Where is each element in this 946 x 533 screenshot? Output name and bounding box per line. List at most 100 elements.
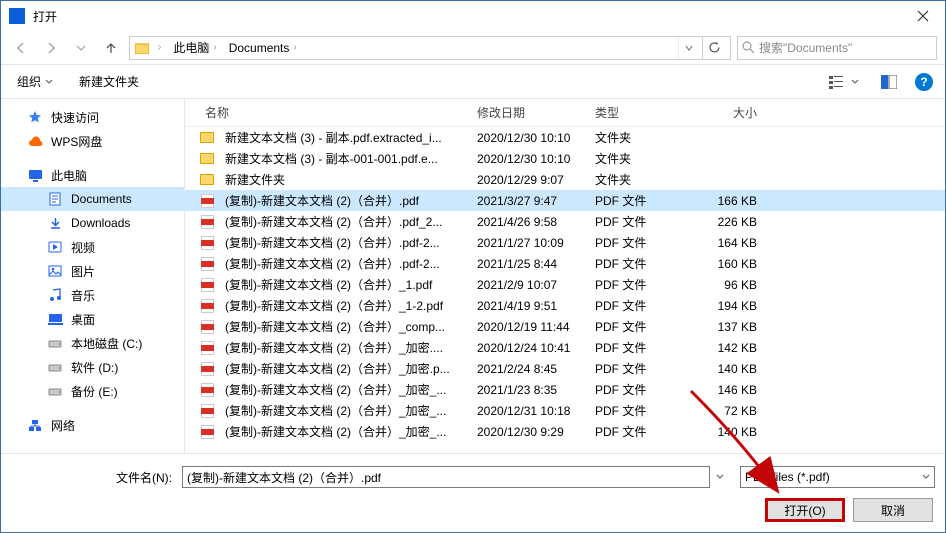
header-date[interactable]: 修改日期	[469, 104, 587, 121]
file-row[interactable]: (复制)-新建文本文档 (2)（合并）_1.pdf2021/2/9 10:07P…	[185, 274, 945, 295]
file-row[interactable]: (复制)-新建文本文档 (2)（合并）_加密.p...2021/2/24 8:4…	[185, 358, 945, 379]
sidebar-item-label: 图片	[71, 263, 95, 280]
sidebar-item[interactable]: WPS网盘	[1, 129, 184, 153]
file-name: 新建文本文档 (3) - 副本.pdf.extracted_i...	[217, 129, 469, 146]
pdf-icon	[201, 194, 214, 208]
header-type[interactable]: 类型	[587, 104, 687, 121]
sidebar-item[interactable]: 软件 (D:)	[1, 355, 184, 379]
sidebar-item[interactable]: 视频	[1, 235, 184, 259]
back-button[interactable]	[9, 36, 33, 60]
sidebar-item[interactable]: 本地磁盘 (C:)	[1, 331, 184, 355]
sidebar-item[interactable]: 备份 (E:)	[1, 379, 184, 403]
chevron-right-icon: ›	[158, 42, 161, 53]
file-name: (复制)-新建文本文档 (2)（合并）.pdf-2...	[217, 255, 469, 272]
file-date: 2021/1/27 10:09	[469, 236, 587, 250]
open-button[interactable]: 打开(O)	[765, 498, 845, 522]
preview-button[interactable]	[877, 73, 901, 91]
sidebar-item[interactable]: Downloads	[1, 211, 184, 235]
pdf-icon	[201, 320, 214, 334]
file-size: 140 KB	[687, 362, 765, 376]
music-icon	[47, 287, 63, 303]
sidebar-item[interactable]: 快速访问	[1, 105, 184, 129]
breadcrumb-root[interactable]: ›	[154, 42, 165, 53]
header-name[interactable]: 名称	[197, 104, 469, 121]
nav-bar: › 此电脑› Documents› 搜索"Documents"	[1, 31, 945, 65]
sidebar-item-label: 桌面	[71, 311, 95, 328]
file-type: PDF 文件	[587, 318, 687, 335]
sidebar-item[interactable]: 此电脑	[1, 163, 184, 187]
star-icon	[27, 109, 43, 125]
file-row[interactable]: (复制)-新建文本文档 (2)（合并）_加密_...2021/1/23 8:35…	[185, 379, 945, 400]
cancel-button[interactable]: 取消	[853, 498, 933, 522]
file-row[interactable]: (复制)-新建文本文档 (2)（合并）_加密_...2020/12/30 9:2…	[185, 421, 945, 442]
file-date: 2020/12/31 10:18	[469, 404, 587, 418]
file-list: 名称 修改日期 类型 大小 新建文本文档 (3) - 副本.pdf.extrac…	[185, 99, 945, 453]
up-button[interactable]	[99, 36, 123, 60]
sidebar-item-label: 快速访问	[51, 109, 99, 126]
file-row[interactable]: 新建文本文档 (3) - 副本-001-001.pdf.e...2020/12/…	[185, 148, 945, 169]
file-row[interactable]: (复制)-新建文本文档 (2)（合并）.pdf-2...2021/1/25 8:…	[185, 253, 945, 274]
recent-button[interactable]	[69, 36, 93, 60]
file-row[interactable]: 新建文件夹2020/12/29 9:07文件夹	[185, 169, 945, 190]
refresh-button[interactable]	[702, 37, 726, 59]
sidebar-item[interactable]: 网络	[1, 413, 184, 437]
close-button[interactable]	[900, 1, 945, 31]
sidebar-item[interactable]: 图片	[1, 259, 184, 283]
organize-button[interactable]: 组织	[13, 71, 57, 92]
sidebar-item[interactable]: 桌面	[1, 307, 184, 331]
bottom-panel: 文件名(N): PDF files (*.pdf) 打开(O) 取消	[1, 453, 945, 532]
file-row[interactable]: (复制)-新建文本文档 (2)（合并）_comp...2020/12/19 11…	[185, 316, 945, 337]
preview-icon	[881, 75, 897, 89]
sidebar-item[interactable]: 音乐	[1, 283, 184, 307]
file-size: 137 KB	[687, 320, 765, 334]
file-date: 2020/12/30 10:10	[469, 152, 587, 166]
help-icon: ?	[920, 75, 927, 89]
breadcrumb-documents[interactable]: Documents›	[225, 41, 301, 55]
pdf-icon	[201, 425, 214, 439]
sidebar-item-label: 备份 (E:)	[71, 383, 118, 400]
filetype-select[interactable]: PDF files (*.pdf)	[740, 466, 935, 488]
help-button[interactable]: ?	[915, 73, 933, 91]
file-row[interactable]: (复制)-新建文本文档 (2)（合并）_1-2.pdf2021/4/19 9:5…	[185, 295, 945, 316]
new-folder-button[interactable]: 新建文件夹	[75, 71, 143, 92]
folder-icon	[134, 40, 150, 56]
file-type: PDF 文件	[587, 360, 687, 377]
file-name: (复制)-新建文本文档 (2)（合并）_加密.p...	[217, 360, 469, 377]
pdf-icon	[201, 278, 214, 292]
file-row[interactable]: 新建文本文档 (3) - 副本.pdf.extracted_i...2020/1…	[185, 127, 945, 148]
search-input[interactable]: 搜索"Documents"	[737, 36, 937, 60]
file-row[interactable]: (复制)-新建文本文档 (2)（合并）_加密....2020/12/24 10:…	[185, 337, 945, 358]
sidebar-item-label: Downloads	[71, 216, 130, 230]
file-size: 160 KB	[687, 257, 765, 271]
sidebar-item-label: 网络	[51, 417, 75, 434]
file-date: 2021/4/19 9:51	[469, 299, 587, 313]
file-row[interactable]: (复制)-新建文本文档 (2)（合并）_加密_...2020/12/31 10:…	[185, 400, 945, 421]
forward-button[interactable]	[39, 36, 63, 60]
address-bar[interactable]: › 此电脑› Documents›	[129, 36, 731, 60]
pdf-icon	[201, 215, 214, 229]
disk-icon	[47, 335, 63, 351]
list-header: 名称 修改日期 类型 大小	[185, 99, 945, 127]
app-icon	[9, 8, 25, 24]
view-button[interactable]	[825, 73, 863, 91]
filename-input[interactable]	[182, 466, 710, 488]
file-name: (复制)-新建文本文档 (2)（合并）.pdf-2...	[217, 234, 469, 251]
sidebar-item[interactable]: Documents	[1, 187, 184, 211]
file-date: 2021/1/23 8:35	[469, 383, 587, 397]
titlebar: 打开	[1, 1, 945, 31]
file-date: 2021/1/25 8:44	[469, 257, 587, 271]
file-type: PDF 文件	[587, 297, 687, 314]
file-date: 2021/2/24 8:45	[469, 362, 587, 376]
file-name: (复制)-新建文本文档 (2)（合并）.pdf_2...	[217, 213, 469, 230]
file-row[interactable]: (复制)-新建文本文档 (2)（合并）.pdf2021/3/27 9:47PDF…	[185, 190, 945, 211]
filename-dropdown[interactable]	[716, 473, 734, 481]
file-date: 2020/12/29 9:07	[469, 173, 587, 187]
search-icon	[742, 41, 755, 54]
header-size[interactable]: 大小	[687, 104, 765, 121]
file-row[interactable]: (复制)-新建文本文档 (2)（合并）.pdf_2...2021/4/26 9:…	[185, 211, 945, 232]
address-dropdown[interactable]	[678, 37, 698, 59]
breadcrumb-pc[interactable]: 此电脑›	[169, 39, 220, 56]
file-row[interactable]: (复制)-新建文本文档 (2)（合并）.pdf-2...2021/1/27 10…	[185, 232, 945, 253]
pdf-icon	[201, 404, 214, 418]
folder-icon	[200, 174, 214, 185]
